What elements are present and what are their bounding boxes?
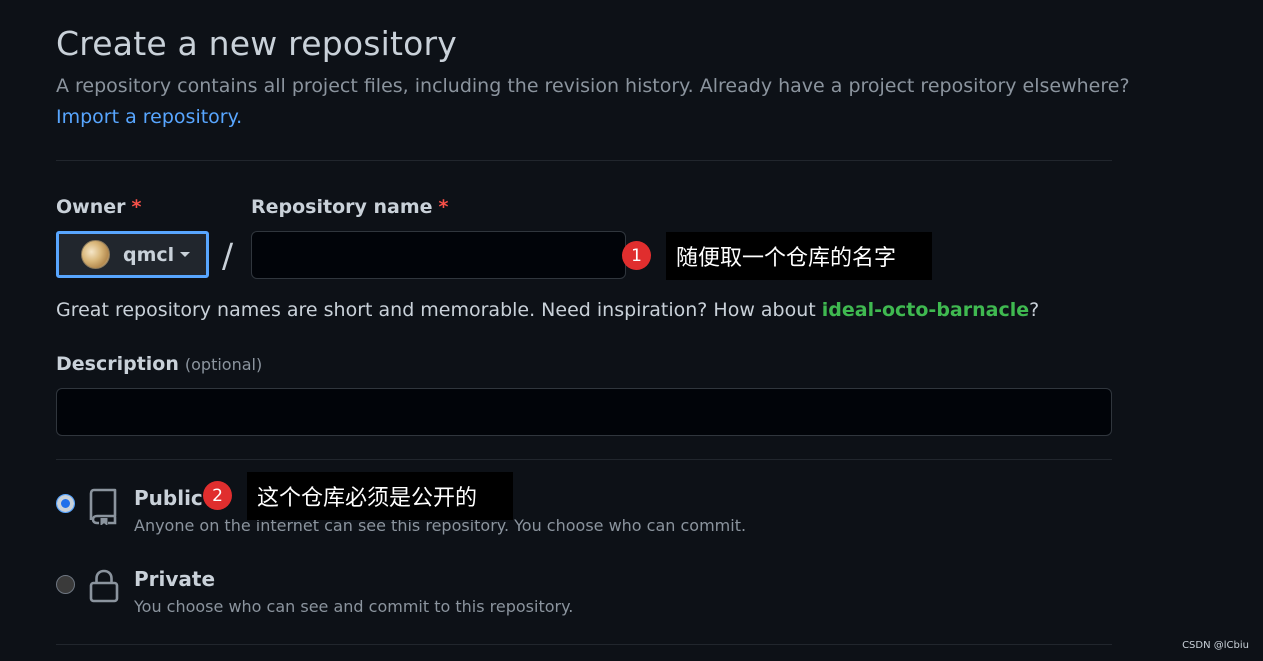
- owner-name: qmcl: [123, 243, 175, 266]
- annotation-note-2: 这个仓库必须是公开的: [247, 472, 513, 520]
- repo-icon: [89, 488, 117, 525]
- repo-name-hint: Great repository names are short and mem…: [56, 299, 1039, 321]
- hint-suffix: ?: [1029, 299, 1040, 321]
- avatar: [81, 240, 110, 269]
- header-divider: [56, 160, 1112, 161]
- annotation-note-1: 随便取一个仓库的名字: [666, 232, 932, 280]
- page-subtitle: A repository contains all project files,…: [56, 75, 1130, 97]
- create-repository-page: Create a new repository A repository con…: [0, 0, 1263, 661]
- description-input[interactable]: [56, 388, 1112, 436]
- repo-name-label: Repository name *: [251, 196, 448, 218]
- private-title: Private: [134, 567, 216, 591]
- repo-name-input[interactable]: [251, 231, 626, 279]
- annotation-badge-2: 2: [203, 481, 232, 510]
- hint-text: Great repository names are short and mem…: [56, 299, 822, 321]
- page-title: Create a new repository: [56, 24, 458, 63]
- lock-icon: [89, 569, 119, 603]
- owner-select-button[interactable]: qmcl: [56, 231, 209, 278]
- description-divider: [56, 459, 1112, 460]
- owner-label: Owner *: [56, 196, 141, 218]
- owner-repo-separator: /: [222, 236, 234, 275]
- private-description: You choose who can see and commit to thi…: [134, 597, 574, 616]
- owner-required-mark: *: [131, 196, 142, 218]
- private-radio[interactable]: [56, 575, 75, 594]
- public-radio[interactable]: [56, 494, 75, 513]
- import-repository-link[interactable]: Import a repository.: [56, 106, 242, 128]
- name-suggestion-link[interactable]: ideal-octo-barnacle: [822, 299, 1029, 321]
- repo-name-required-mark: *: [438, 196, 449, 218]
- annotation-badge-1: 1: [622, 241, 651, 270]
- description-label: Description (optional): [56, 353, 262, 375]
- description-optional: (optional): [184, 355, 263, 374]
- visibility-divider: [56, 644, 1112, 645]
- repo-name-label-text: Repository name: [251, 196, 433, 218]
- description-label-text: Description: [56, 353, 179, 375]
- chevron-down-icon: [180, 252, 191, 257]
- public-title: Public: [134, 486, 203, 510]
- watermark: CSDN @lCbiu: [1182, 640, 1249, 651]
- owner-label-text: Owner: [56, 196, 126, 218]
